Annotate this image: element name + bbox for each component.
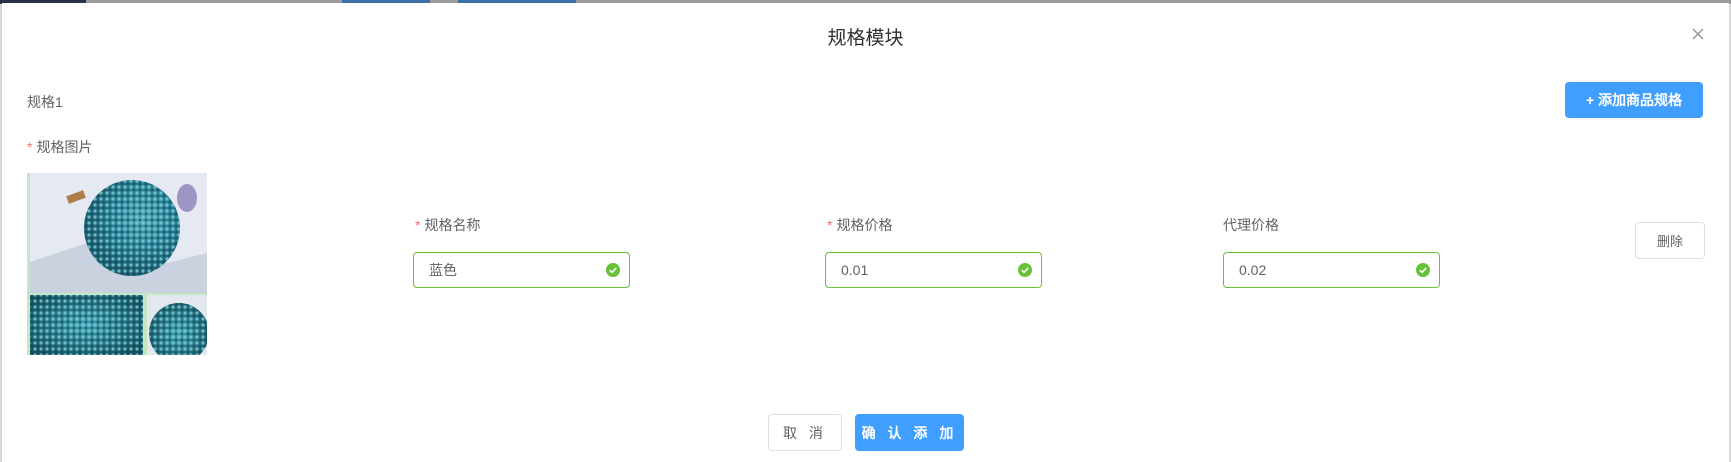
spec-group-label: 规格1 [27,94,63,110]
agent-price-input[interactable] [1224,253,1439,287]
spec-price-label: * 规格价格 [827,217,893,233]
required-mark: * [27,139,33,155]
spec-name-input[interactable] [414,253,629,287]
cancel-button[interactable]: 取 消 [768,414,842,451]
delete-spec-button[interactable]: 删除 [1635,222,1705,259]
spec-name-label: * 规格名称 [415,217,481,233]
agent-price-field [1223,252,1440,288]
spec-price-input[interactable] [826,253,1041,287]
confirm-add-button[interactable]: 确 认 添 加 [855,414,964,451]
spec-image-label: * 规格图片 [27,139,93,155]
spec-dialog: 规格模块 规格1 + 添加商品规格 * 规格图片 * 规格名称 蓝色 * 规格价… [2,3,1729,462]
check-circle-icon [1416,263,1430,277]
agent-price-label: 代理价格 [1223,217,1279,233]
add-spec-button[interactable]: + 添加商品规格 [1565,82,1703,118]
dialog-title: 规格模块 [827,28,904,49]
required-mark: * [827,217,833,233]
spec-image-upload[interactable] [27,173,207,355]
spec-image-thumbnail [27,173,207,355]
spec-name-field [413,252,630,288]
close-icon[interactable] [1689,25,1707,43]
spec-price-field [825,252,1042,288]
required-mark: * [415,217,421,233]
check-circle-icon [606,263,620,277]
check-circle-icon [1018,263,1032,277]
